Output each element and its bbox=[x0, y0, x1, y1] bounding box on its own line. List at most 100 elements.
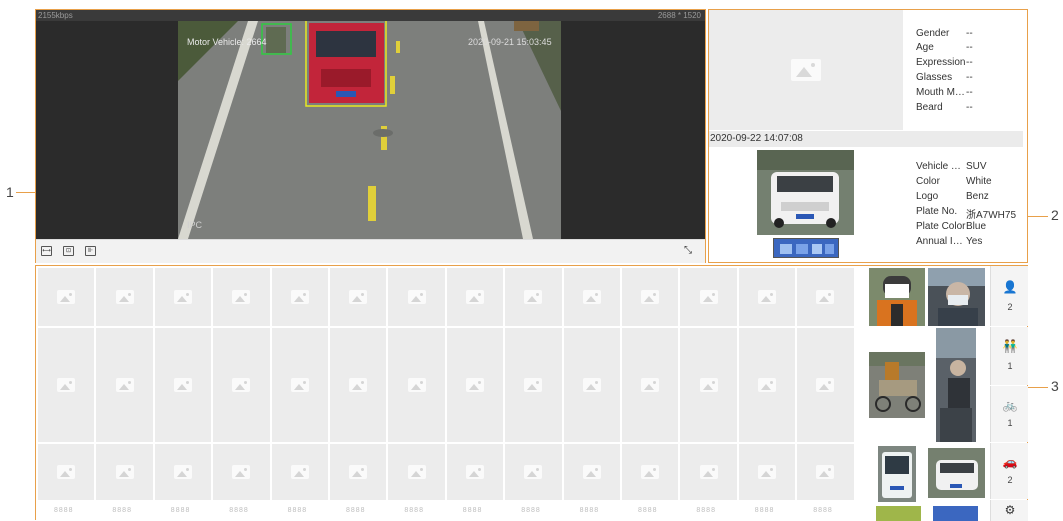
person-capture-thumb[interactable] bbox=[869, 268, 925, 326]
face-attr-beard: Beard -- bbox=[916, 102, 973, 113]
image-placeholder-icon bbox=[582, 290, 601, 304]
capture-placeholder-cell bbox=[446, 328, 504, 442]
capture-placeholder-cell bbox=[38, 328, 95, 442]
vehicle-overlay-label: Motor Vehicle: 2664 bbox=[187, 37, 267, 47]
capture-placeholder-cell bbox=[680, 328, 737, 442]
capture-placeholder-cell bbox=[271, 268, 328, 326]
rule-icon[interactable]: ⊪ bbox=[85, 246, 96, 256]
face-image-placeholder bbox=[709, 10, 903, 130]
resolution-text: 2688 * 1520 bbox=[657, 11, 701, 20]
capture-placeholder-plate-text: 8888 bbox=[54, 507, 74, 514]
capture-placeholder-cell bbox=[330, 328, 387, 442]
plate-capture-image[interactable] bbox=[773, 238, 839, 258]
capture-placeholder-cell bbox=[797, 268, 854, 326]
image-placeholder-icon bbox=[349, 465, 368, 479]
image-placeholder-icon bbox=[290, 378, 309, 392]
person-capture-thumb[interactable] bbox=[928, 268, 985, 326]
image-placeholder-icon bbox=[57, 465, 76, 479]
fit-icon[interactable]: ⟷ bbox=[41, 246, 52, 256]
plate-capture-thumb[interactable] bbox=[876, 506, 921, 521]
capture-placeholder-cell bbox=[563, 268, 620, 326]
image-placeholder-icon bbox=[699, 378, 718, 392]
image-placeholder-icon bbox=[816, 465, 835, 479]
image-placeholder-icon bbox=[816, 378, 835, 392]
car-icon: 🚗 bbox=[1002, 455, 1018, 469]
image-placeholder-icon bbox=[465, 465, 484, 479]
capture-placeholder-cell bbox=[563, 444, 620, 500]
capture-placeholder-cell bbox=[738, 328, 796, 442]
capture-placeholder-plate-text: 8888 bbox=[696, 507, 716, 514]
vehicle-capture-image[interactable] bbox=[757, 150, 854, 235]
capture-placeholder-cell bbox=[388, 328, 445, 442]
capture-placeholder-cell bbox=[797, 444, 854, 500]
capture-placeholder-plate-text: 8888 bbox=[813, 507, 833, 514]
live-video[interactable]: Motor Vehicle: 2664 2020-09-21 15:03:45 … bbox=[178, 21, 561, 239]
face-attr-gender: Gender -- bbox=[916, 28, 973, 39]
callout-2-line bbox=[1028, 216, 1048, 217]
non-motor-capture-thumb[interactable] bbox=[936, 328, 976, 442]
vehicle-capture-thumb[interactable] bbox=[878, 446, 916, 502]
category-person[interactable]: 👤 2 bbox=[990, 266, 1028, 326]
capture-placeholder-plate-text: 8888 bbox=[229, 507, 249, 514]
face-attr-age: Age -- bbox=[916, 42, 973, 53]
person-icon: 👤 bbox=[1002, 280, 1018, 294]
capture-placeholder-cell bbox=[154, 328, 212, 442]
capture-grid-panel: 8888 8888 8888 8888 8888 8888 8888 8888 8888 8888… bbox=[35, 265, 1028, 521]
image-placeholder-icon bbox=[699, 290, 718, 304]
category-car[interactable]: 🚗 2 bbox=[990, 443, 1028, 499]
callout-2: 2 bbox=[1051, 207, 1059, 223]
image-placeholder-icon bbox=[524, 290, 543, 304]
non-motor-capture-thumb[interactable] bbox=[869, 352, 925, 418]
image-placeholder-icon bbox=[641, 378, 660, 392]
capture-placeholder-cell bbox=[680, 268, 737, 326]
category-car-count: 2 bbox=[1007, 475, 1013, 485]
capture-placeholder-cell bbox=[797, 328, 854, 442]
image-placeholder-icon bbox=[349, 378, 368, 392]
plate-capture-thumb[interactable] bbox=[933, 506, 978, 521]
category-non-motor[interactable]: 👬 1 bbox=[990, 327, 1028, 385]
image-placeholder-icon bbox=[232, 290, 251, 304]
image-placeholder-icon bbox=[232, 465, 251, 479]
image-placeholder-icon bbox=[699, 465, 718, 479]
image-placeholder-icon bbox=[290, 290, 309, 304]
osd-timestamp: 2020-09-21 15:03:45 bbox=[468, 37, 552, 47]
live-view-panel[interactable]: 2155kbps 2688 * 1520 Motor Vehicle: 2664… bbox=[35, 9, 706, 263]
vehicle-capture-thumb[interactable] bbox=[928, 448, 985, 498]
image-placeholder-icon bbox=[232, 378, 251, 392]
capture-placeholder-cell bbox=[388, 444, 445, 500]
image-placeholder-icon bbox=[641, 465, 660, 479]
image-placeholder-icon bbox=[173, 465, 192, 479]
capture-placeholder-plate-text: 8888 bbox=[579, 507, 600, 514]
callout-3-line bbox=[1028, 387, 1048, 388]
image-placeholder-icon bbox=[57, 290, 76, 304]
image-placeholder-icon bbox=[524, 378, 543, 392]
attribute-panel: Gender -- Age -- Expression-- Glasses -- Mo… bbox=[708, 9, 1028, 263]
capture-placeholder-cell bbox=[622, 268, 679, 326]
image-placeholder-icon bbox=[582, 465, 601, 479]
image-placeholder-icon bbox=[582, 378, 601, 392]
capture-placeholder-cell bbox=[563, 328, 620, 442]
capture-placeholder-cell bbox=[38, 268, 95, 326]
capture-placeholder-cell bbox=[622, 328, 679, 442]
image-placeholder-icon bbox=[641, 290, 660, 304]
capture-placeholder-plate-text: 8888 bbox=[404, 507, 424, 514]
capture-placeholder-cell bbox=[271, 444, 328, 500]
vehicle-attr-type: Vehicle Ty... SUV bbox=[916, 161, 987, 172]
category-settings[interactable]: ⚙ bbox=[990, 500, 1028, 521]
bicycle-icon: 🚲 bbox=[1002, 398, 1018, 412]
capture-placeholder-plate-text: 8888 bbox=[170, 507, 191, 514]
image-placeholder-icon bbox=[115, 378, 134, 392]
image-placeholder-icon bbox=[465, 290, 484, 304]
image-placeholder-icon bbox=[757, 465, 776, 479]
capture-placeholder-cell bbox=[213, 268, 270, 326]
bitrate-text: 2155kbps bbox=[38, 11, 73, 20]
image-placeholder-icon bbox=[407, 378, 426, 392]
fullscreen-icon[interactable]: ⤡ bbox=[684, 245, 692, 256]
image-placeholder-icon bbox=[173, 290, 192, 304]
zoom-icon[interactable]: ⊡ bbox=[63, 246, 74, 256]
non-motor-icon: 👬 bbox=[1002, 339, 1018, 353]
capture-placeholder-cell bbox=[622, 444, 679, 500]
capture-placeholder-plate-text: 8888 bbox=[112, 507, 132, 514]
category-bicycle[interactable]: 🚲 1 bbox=[990, 386, 1028, 442]
capture-placeholder-cell bbox=[154, 444, 212, 500]
